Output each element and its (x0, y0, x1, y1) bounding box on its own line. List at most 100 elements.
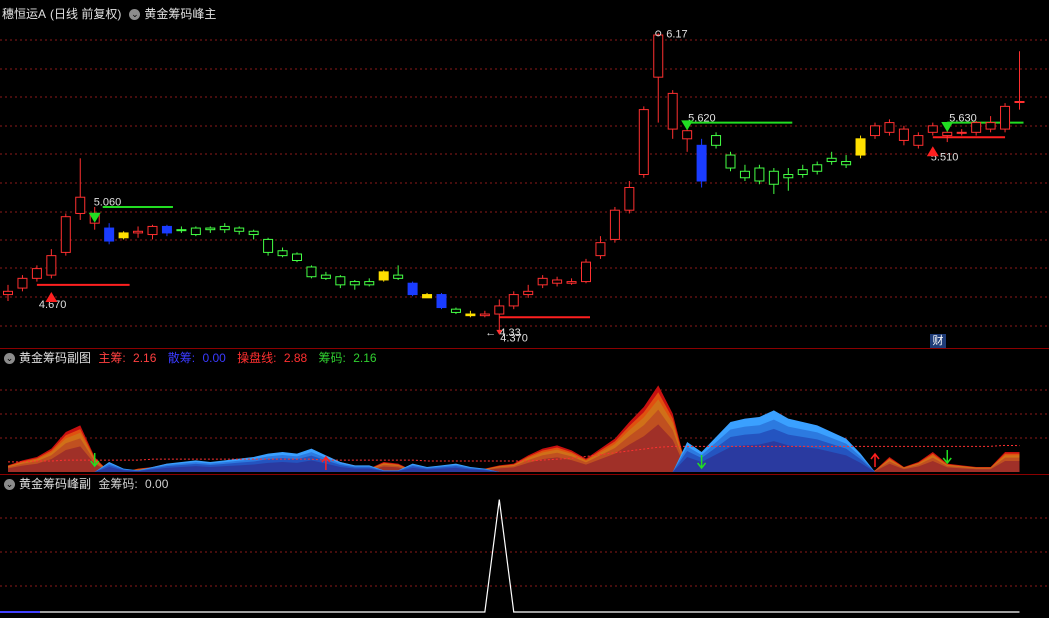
candle (75, 158, 86, 220)
candle-body (927, 125, 938, 133)
candle (696, 138, 707, 188)
candle-body (450, 308, 461, 313)
candle-body (422, 294, 433, 299)
scatter-chip-area (8, 410, 1020, 472)
candle-body (292, 253, 302, 262)
candle-body (624, 186, 635, 211)
candle-body (942, 131, 953, 137)
candle-body (537, 277, 548, 286)
candle (595, 236, 606, 259)
candle-body (205, 227, 216, 231)
candle-body (306, 266, 317, 278)
chip-peak-label: 5.630 (949, 112, 977, 124)
candle (1014, 51, 1025, 110)
candle-body (696, 144, 707, 182)
candle-body (956, 131, 967, 134)
candle (985, 116, 996, 133)
candle-body (653, 34, 664, 78)
candle-body (335, 276, 346, 286)
candle (927, 122, 938, 136)
candle-body (378, 271, 389, 281)
chip-peak-label: 5.060 (94, 197, 122, 209)
candle (104, 223, 115, 245)
candle-body (581, 261, 591, 283)
candle-body (609, 209, 620, 240)
candle-body (17, 277, 28, 289)
candle-body (797, 169, 808, 176)
candle (870, 122, 880, 139)
candle (349, 279, 360, 290)
grid-lines (0, 39, 1049, 587)
candle (667, 90, 678, 139)
candle (263, 237, 274, 256)
candle (60, 213, 71, 256)
chip-peak-label: 5.620 (688, 112, 716, 124)
candle-body (277, 250, 288, 257)
candle-body (855, 138, 866, 156)
candle (638, 106, 649, 178)
main-chip-area (8, 409, 1020, 472)
candle (176, 226, 187, 233)
candle (306, 265, 317, 279)
candle (841, 155, 852, 169)
candle (292, 252, 302, 263)
candle-body (407, 282, 418, 296)
candle-body (638, 109, 649, 176)
candle-body (190, 227, 201, 236)
candle-body (364, 281, 375, 286)
candle-body (898, 128, 909, 141)
candle-body (552, 279, 563, 284)
candle-body (234, 227, 245, 232)
candle (913, 132, 924, 149)
candle-body (494, 305, 505, 315)
candle-body (248, 230, 259, 236)
candle-body (436, 294, 447, 309)
candle (364, 278, 375, 287)
candle-body (711, 135, 722, 146)
candle (436, 292, 447, 310)
main-chip-area (8, 392, 1020, 472)
candle (46, 249, 57, 279)
candle (335, 275, 346, 289)
candle-body (118, 232, 129, 239)
candle-body (349, 281, 360, 286)
candle (826, 151, 837, 165)
high-price-label: 6.17 (666, 28, 687, 40)
candle (653, 33, 664, 123)
kline-chart[interactable]: 6.17← 4.335.0604.6704.3705.620 5.6305.510 (0, 0, 1049, 618)
candle (768, 168, 779, 194)
candle (378, 270, 389, 282)
candle-body (682, 130, 693, 140)
candle (320, 271, 331, 280)
candle-body (60, 216, 71, 253)
candle-body (147, 225, 158, 236)
candle-body (31, 268, 42, 279)
candle-body (176, 229, 187, 232)
candle (581, 258, 591, 284)
candle (754, 164, 765, 185)
candle-body (508, 294, 519, 307)
candle (465, 310, 476, 318)
chip-support-label: 4.370 (500, 332, 528, 344)
candle (552, 276, 563, 287)
candle-body (523, 290, 534, 296)
candle (161, 224, 172, 237)
operate-line (8, 444, 1020, 463)
candle (205, 226, 216, 233)
candle-body (725, 154, 736, 169)
candle (783, 168, 794, 191)
candle-body (913, 135, 924, 146)
candle-body (320, 274, 331, 279)
candle (190, 226, 201, 237)
candle (479, 310, 490, 318)
candle-body (768, 170, 779, 185)
candle (898, 125, 909, 146)
candle (133, 226, 144, 238)
candle-body (479, 313, 490, 317)
candle-body (884, 122, 895, 133)
candle-body (161, 225, 172, 234)
candle-body (1000, 105, 1011, 130)
candle (422, 292, 433, 299)
candle (234, 226, 245, 235)
candle-body (754, 167, 765, 182)
